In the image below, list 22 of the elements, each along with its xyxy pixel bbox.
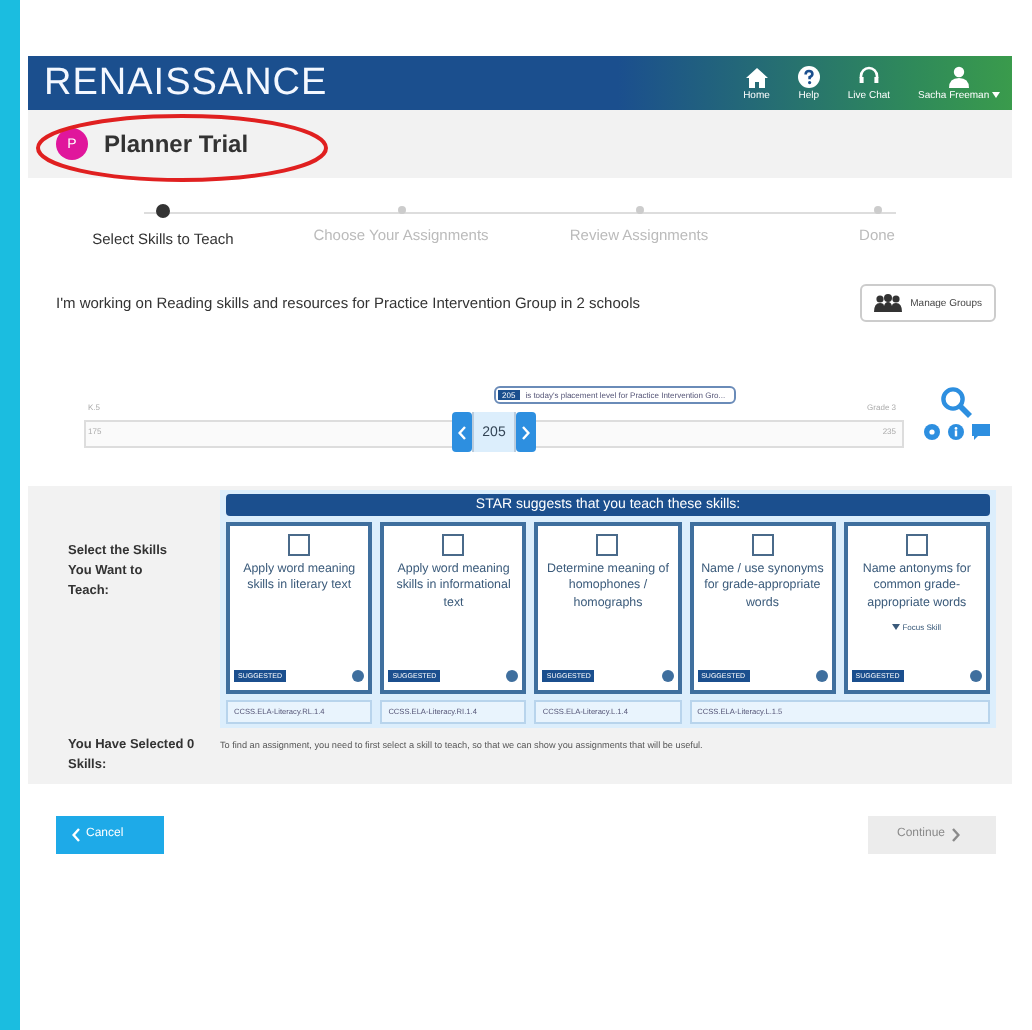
checkbox[interactable]	[596, 534, 619, 556]
brand-logo: RENAISSANCE	[44, 61, 330, 105]
caret-icon	[992, 91, 1000, 97]
chevron-left-icon	[72, 827, 80, 841]
next-button[interactable]	[516, 412, 536, 452]
people-icon	[874, 294, 903, 312]
checkbox[interactable]	[905, 534, 928, 556]
search-icon[interactable]	[940, 386, 972, 418]
previous-button[interactable]	[452, 412, 472, 452]
home-icon	[745, 67, 768, 87]
app-title: Planner Trial	[104, 130, 249, 158]
chevron-right-icon	[522, 425, 530, 439]
chevron-left-icon	[458, 425, 466, 439]
checkbox[interactable]	[288, 534, 311, 556]
comment-icon[interactable]	[971, 424, 989, 440]
user-icon	[948, 65, 971, 87]
checkbox[interactable]	[442, 534, 465, 556]
checkbox[interactable]	[751, 534, 774, 556]
help-icon	[797, 65, 820, 87]
headset-icon	[857, 65, 880, 87]
caret-icon	[892, 624, 901, 631]
chevron-right-icon	[951, 827, 960, 841]
